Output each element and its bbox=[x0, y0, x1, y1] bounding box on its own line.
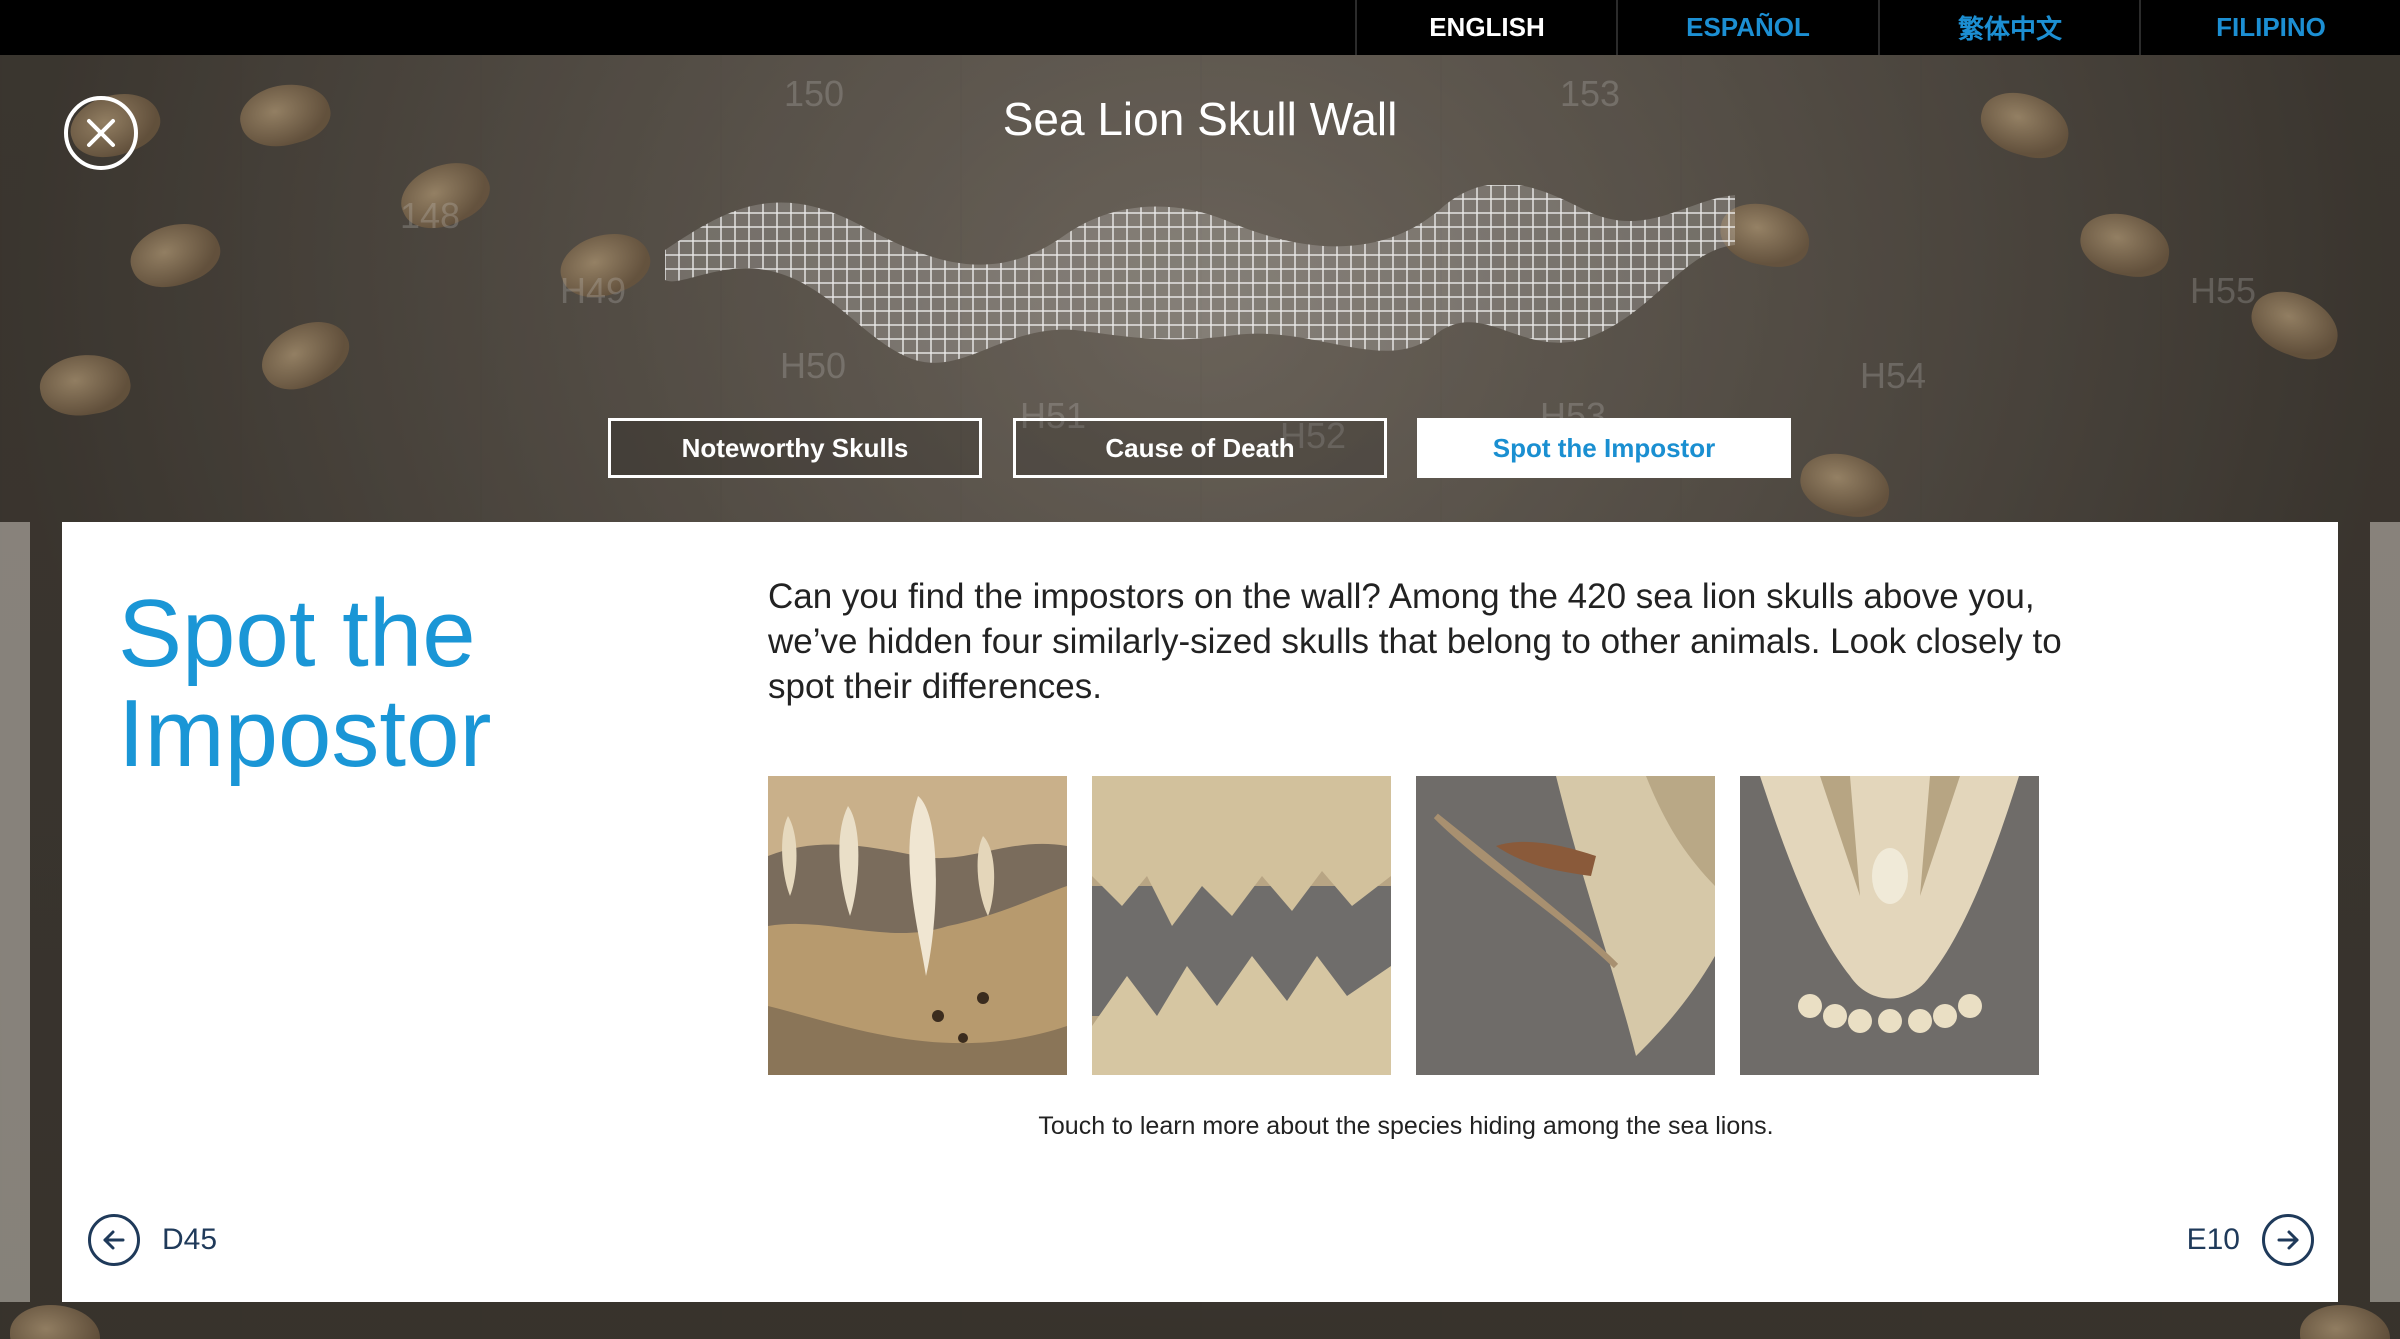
left-panel-edge bbox=[0, 522, 30, 1302]
skull-tusk-photo-icon bbox=[1416, 776, 1715, 1075]
arrow-left-icon bbox=[88, 1214, 140, 1266]
right-panel-edge bbox=[2370, 522, 2400, 1302]
arrow-right-icon bbox=[2262, 1214, 2314, 1266]
language-english[interactable]: ENGLISH bbox=[1355, 0, 1617, 55]
impostor-thumbnail-4[interactable] bbox=[1740, 776, 2039, 1075]
language-bar: ENGLISH ESPAÑOL 繁体中文 FILIPINO bbox=[0, 0, 2400, 55]
language-espanol[interactable]: ESPAÑOL bbox=[1616, 0, 1878, 55]
skull-wall-grid-map[interactable] bbox=[665, 185, 1735, 375]
tab-noteworthy-skulls[interactable]: Noteworthy Skulls bbox=[608, 418, 982, 478]
skull-teeth-photo-icon bbox=[768, 776, 1067, 1075]
prev-label: D45 bbox=[162, 1223, 218, 1256]
impostor-thumbnail-1[interactable] bbox=[768, 776, 1067, 1075]
skull-molars-photo-icon bbox=[1092, 776, 1391, 1075]
next-label: E10 bbox=[2186, 1223, 2240, 1256]
thumbnail-caption: Touch to learn more about the species hi… bbox=[1038, 1112, 1774, 1140]
language-chinese[interactable]: 繁体中文 bbox=[1878, 0, 2140, 55]
tab-spot-the-impostor[interactable]: Spot the Impostor bbox=[1417, 418, 1791, 478]
prev-button[interactable]: D45 bbox=[88, 1214, 217, 1266]
panel-heading-line2: Impostor bbox=[118, 680, 492, 787]
tab-cause-of-death[interactable]: Cause of Death bbox=[1013, 418, 1387, 478]
panel-heading-line1: Spot the bbox=[118, 580, 476, 687]
impostor-thumbnail-3[interactable] bbox=[1416, 776, 1715, 1075]
language-filipino[interactable]: FILIPINO bbox=[2139, 0, 2400, 55]
skull-underside-photo-icon bbox=[1740, 776, 2039, 1075]
intro-text: Can you find the impostors on the wall? … bbox=[768, 577, 2062, 706]
page-title: Sea Lion Skull Wall bbox=[1002, 93, 1398, 145]
impostor-thumbnail-2[interactable] bbox=[1092, 776, 1391, 1075]
panel-heading: Spot the Impostor bbox=[118, 584, 618, 784]
content-panel: Spot the Impostor Can you find the impos… bbox=[62, 522, 2338, 1302]
next-button[interactable]: E10 bbox=[2187, 1214, 2314, 1266]
